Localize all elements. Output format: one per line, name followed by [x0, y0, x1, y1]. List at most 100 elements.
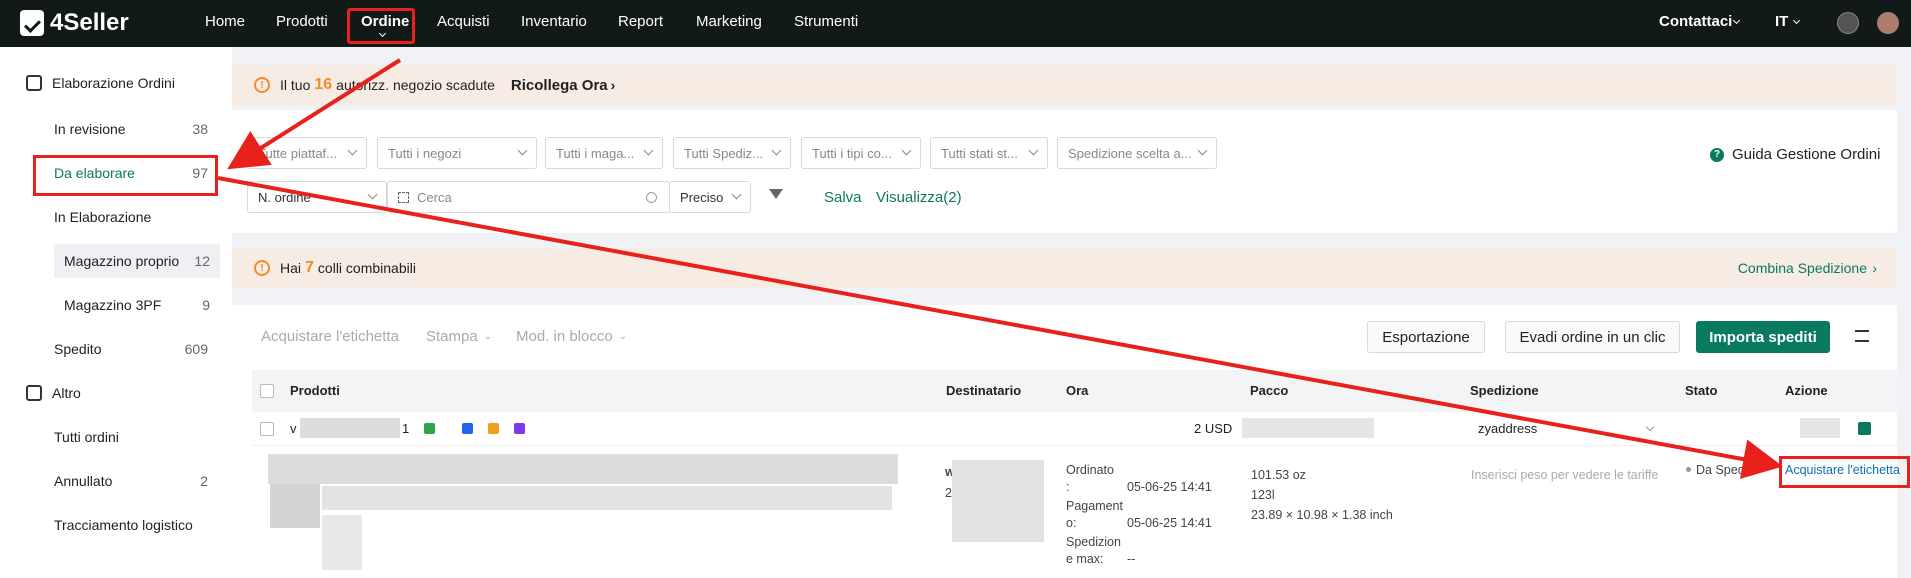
- ordered-label: :: [1066, 480, 1070, 494]
- match-mode-select[interactable]: Preciso: [669, 181, 751, 213]
- flag-tag-icon[interactable]: [488, 423, 499, 434]
- shipping-filter[interactable]: Tutti Spediz...: [673, 137, 791, 169]
- chevron-right-icon: ›: [610, 77, 616, 93]
- sidebar-group-label: Altro: [52, 385, 81, 401]
- package-weight: 101.53 oz: [1251, 468, 1306, 482]
- search-placeholder: Cerca: [417, 189, 452, 205]
- sidebar-item-label: Spedito: [54, 341, 102, 357]
- more-actions-button[interactable]: ...: [1785, 476, 1796, 491]
- chevron-down-icon: [367, 189, 378, 200]
- nav-ordine[interactable]: Ordine: [361, 13, 409, 30]
- package-volume: 123l: [1251, 488, 1275, 502]
- sidebar-item-tutti-ordini[interactable]: Tutti ordini: [32, 420, 218, 454]
- nav-prodotti[interactable]: Prodotti: [276, 13, 328, 30]
- banner-text: Il tuo: [280, 77, 311, 93]
- sidebar-item-spedito[interactable]: Spedito 609: [32, 332, 218, 366]
- logo[interactable]: 4Seller: [20, 9, 129, 37]
- col-destinatario: Destinatario: [946, 383, 1022, 398]
- sidebar-item-magazzino-3pf[interactable]: Magazzino 3PF 9: [54, 288, 220, 322]
- chevron-down-icon: [1197, 145, 1208, 156]
- view-saved-button[interactable]: Visualizza(2): [876, 189, 962, 206]
- ship-from-address[interactable]: zyaddress: [1478, 421, 1537, 436]
- select-all-checkbox[interactable]: [260, 384, 274, 398]
- expired-auth-banner: ! Il tuo 16 autorizz. negozio scadute Ri…: [232, 65, 1897, 105]
- search-input[interactable]: Cerca: [387, 181, 670, 213]
- settings-gear-icon[interactable]: [1837, 12, 1859, 34]
- status-filter[interactable]: Tutti stati st...: [930, 137, 1048, 169]
- avatar[interactable]: [1877, 12, 1899, 34]
- chevron-down-icon: [901, 145, 912, 156]
- sidebar-item-annullato[interactable]: Annullato 2: [32, 464, 218, 498]
- warehouse-filter[interactable]: Tutti i maga...: [545, 137, 663, 169]
- recipient-address: 2: [945, 486, 952, 500]
- platform-filter[interactable]: Tutte piattaf...: [247, 137, 367, 169]
- shop-filter[interactable]: Tutti i negozi: [377, 137, 537, 169]
- chosen-shipping-filter[interactable]: Spedizione scelta a...: [1057, 137, 1217, 169]
- language-menu[interactable]: IT: [1775, 13, 1788, 30]
- dropdown-value: N. ordine: [258, 189, 311, 205]
- bulk-edit-menu[interactable]: Mod. in blocco ⌄: [516, 328, 627, 345]
- combine-shipping-link[interactable]: Combina Spedizione: [1738, 260, 1867, 276]
- save-filter-button[interactable]: Salva: [824, 189, 862, 206]
- flag-tag-icon[interactable]: [514, 423, 525, 434]
- nav-inventario[interactable]: Inventario: [521, 13, 587, 30]
- order-guide-link[interactable]: ? Guida Gestione Ordini: [1710, 146, 1880, 163]
- ship-max-label: Spedizion: [1066, 535, 1121, 549]
- import-shipped-button[interactable]: Importa spediti: [1696, 321, 1830, 353]
- nav-marketing[interactable]: Marketing: [696, 13, 762, 30]
- dropdown-value: Tutti i tipi co...: [812, 145, 892, 161]
- chevron-down-icon: [643, 145, 654, 156]
- export-button[interactable]: Esportazione: [1367, 321, 1485, 353]
- message-tag-icon[interactable]: [424, 423, 435, 434]
- sidebar-item-tracciamento[interactable]: Tracciamento logistico: [32, 508, 218, 542]
- sidebar-item-label: Tracciamento logistico: [54, 517, 193, 533]
- buy-label-action-link[interactable]: Acquistare l'etichetta: [1785, 463, 1900, 477]
- shipping-rate-hint: Inserisci peso per vedere le tariffe: [1471, 468, 1659, 482]
- sidebar-item-in-elaborazione[interactable]: In Elaborazione: [32, 200, 218, 234]
- reconnect-link[interactable]: Ricollega Ora: [511, 77, 608, 94]
- warning-icon: !: [254, 77, 270, 93]
- row-checkbox[interactable]: [260, 422, 274, 436]
- shipping-label-icon[interactable]: [1858, 422, 1871, 435]
- banner-text: colli combinabili: [317, 260, 416, 276]
- print-label: Stampa: [426, 328, 478, 345]
- contact-menu[interactable]: Contattaci: [1659, 13, 1732, 30]
- flag-tag-icon[interactable]: [462, 423, 473, 434]
- filter-funnel-icon[interactable]: [769, 189, 783, 199]
- dropdown-value: Tutti i maga...: [556, 145, 635, 161]
- sidebar-item-label: Magazzino 3PF: [64, 297, 162, 313]
- dropdown-value: Preciso: [680, 189, 724, 205]
- type-filter[interactable]: Tutti i tipi co...: [801, 137, 921, 169]
- redacted-action: [1800, 418, 1840, 438]
- redacted-product-sku: [322, 486, 892, 510]
- package-dimensions: 23.89 × 10.98 × 1.38 inch: [1251, 508, 1393, 522]
- sidebar-item-da-elaborare[interactable]: Da elaborare 97: [32, 156, 218, 190]
- search-type-select[interactable]: N. ordine: [247, 181, 387, 213]
- nav-strumenti[interactable]: Strumenti: [794, 13, 858, 30]
- payment-date: 05-06-25 14:41: [1127, 516, 1212, 530]
- payment-label: o:: [1066, 516, 1077, 530]
- chevron-down-icon: [347, 145, 358, 156]
- nav-acquisti[interactable]: Acquisti: [437, 13, 490, 30]
- ordered-date: 05-06-25 14:41: [1127, 480, 1212, 494]
- nav-report[interactable]: Report: [618, 13, 663, 30]
- status-badge: Da Spedire: [1696, 463, 1759, 477]
- print-menu[interactable]: Stampa ⌄: [426, 328, 492, 345]
- ordered-label: Ordinato: [1066, 463, 1114, 477]
- combinable-banner: ! Hai 7 colli combinabili Combina Spediz…: [232, 248, 1897, 288]
- col-prodotti: Prodotti: [290, 383, 340, 398]
- column-settings-icon[interactable]: [1855, 330, 1869, 342]
- sidebar-item-magazzino-proprio[interactable]: Magazzino proprio 12: [54, 244, 220, 278]
- sidebar-item-count: 2: [200, 473, 208, 489]
- sidebar-item-in-revisione[interactable]: In revisione 38: [32, 112, 218, 146]
- one-click-fulfill-button[interactable]: Evadi ordine in un clic: [1505, 321, 1680, 353]
- buy-label-toolbar-button[interactable]: Acquistare l'etichetta: [261, 328, 399, 345]
- chevron-down-icon: [771, 145, 782, 156]
- nav-home[interactable]: Home: [205, 13, 245, 30]
- sidebar-item-count: 9: [202, 297, 210, 313]
- table-header: Prodotti Destinatario Ora Pacco Spedizio…: [252, 370, 1897, 412]
- col-stato: Stato: [1685, 383, 1718, 398]
- sidebar-group-elaborazione: Elaborazione Ordini: [26, 75, 175, 91]
- banner-count: 16: [314, 76, 333, 93]
- language-chevron-icon: [1792, 16, 1801, 25]
